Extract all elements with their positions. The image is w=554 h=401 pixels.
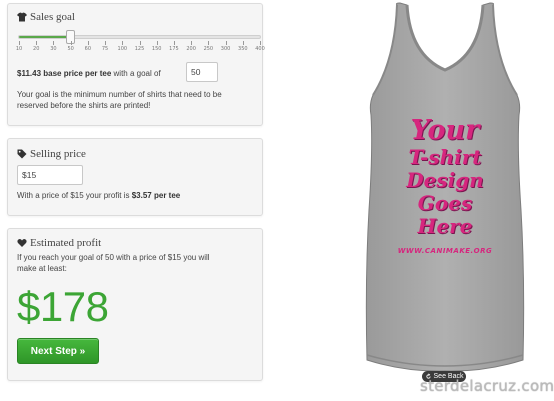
goal-input[interactable]: 50 [186,62,218,82]
design-line-5: Here [417,214,473,238]
slider-tick-label: 10 [15,46,23,52]
watermark: sterdelacruz.com [420,377,554,395]
slider-tick [173,41,175,45]
slider-tick [122,41,124,45]
sales-goal-title: Sales goal [30,11,75,23]
estimated-profit-panel: Estimated profit If you reach your goal … [7,228,263,381]
slider-tick [53,41,55,45]
sales-goal-panel: Sales goal 10 20 30 50 60 75 100 125 150 175 200 25… [7,3,265,126]
slider-tick [139,41,141,45]
slider-tick-label: 20 [33,46,40,52]
shirt-icon [17,12,27,22]
slider-tick-label: 100 [117,46,128,52]
slider-tick [225,41,227,45]
goal-help-line-1: Your goal is the minimum number of shirt… [17,90,222,99]
selling-price-input[interactable]: $15 [17,165,83,185]
heart-icon [17,239,27,247]
slider-tick [105,41,107,45]
profit-prefix: With a price of $15 your profit is [17,191,130,200]
design-line-3: Design [406,168,484,192]
next-step-button[interactable]: Next Step » [17,338,99,364]
sales-goal-heading: Sales goal [17,11,75,23]
shirt-preview: Your T-shirt Design Goes Here WWW.CANIMA… [345,0,545,375]
estimated-profit-title: Estimated profit [30,237,102,249]
slider-tick-label: 60 [84,46,92,52]
slider-tick-label: 50 [67,46,74,52]
design-url: WWW.CANIMAKE.ORG [397,247,493,255]
goal-label: with a goal of [113,69,161,78]
slider-tick-label: 250 [203,46,214,52]
design-line-1: Your [410,115,480,146]
slider-tick-label: 30 [50,46,57,52]
sales-goal-slider[interactable] [18,35,261,39]
profit-explanation-line-1: If you reach your goal of 50 with a pric… [17,253,210,262]
profit-per-tee-line: With a price of $15 your profit is $3.57… [17,191,180,200]
slider-tick [191,41,193,45]
slider-tick-label: 300 [220,46,231,52]
estimated-profit-amount: $178 [17,283,109,330]
slider-tick [242,41,244,45]
tag-icon [17,149,27,159]
slider-tick-label: 200 [186,46,196,52]
profit-explanation-line-2: make at least: [17,264,67,273]
base-price-text: $11.43 base price per tee [17,69,112,78]
slider-tick-label: 150 [151,46,162,52]
design-line-2: T-shirt [408,145,482,169]
slider-tick [208,41,210,45]
slider-tick [260,41,261,45]
selling-price-panel: Selling price $15 With a price of $15 yo… [7,138,263,216]
design-line-4: Goes [417,191,473,215]
slider-tick [19,41,20,45]
goal-help-line-2: reserved before the shirts are printed! [17,101,151,110]
estimated-profit-heading: Estimated profit [17,237,101,249]
slider-tick [87,41,89,45]
slider-tick [70,41,72,45]
slider-tick-label: 75 [101,46,109,52]
slider-tick [156,41,158,45]
selling-price-heading: Selling price [17,148,86,160]
slider-tick-label: 350 [238,46,248,52]
selling-price-title: Selling price [30,148,86,160]
slider-tick [36,41,38,45]
base-price-line: $11.43 base price per tee with a goal of [17,69,161,78]
profit-per-tee: $3.57 per tee [131,191,181,200]
slider-tick-label: 175 [169,46,179,52]
slider-tick-label: 125 [134,46,145,52]
slider-fill [19,36,70,38]
slider-tick-label: 400 [255,46,265,52]
